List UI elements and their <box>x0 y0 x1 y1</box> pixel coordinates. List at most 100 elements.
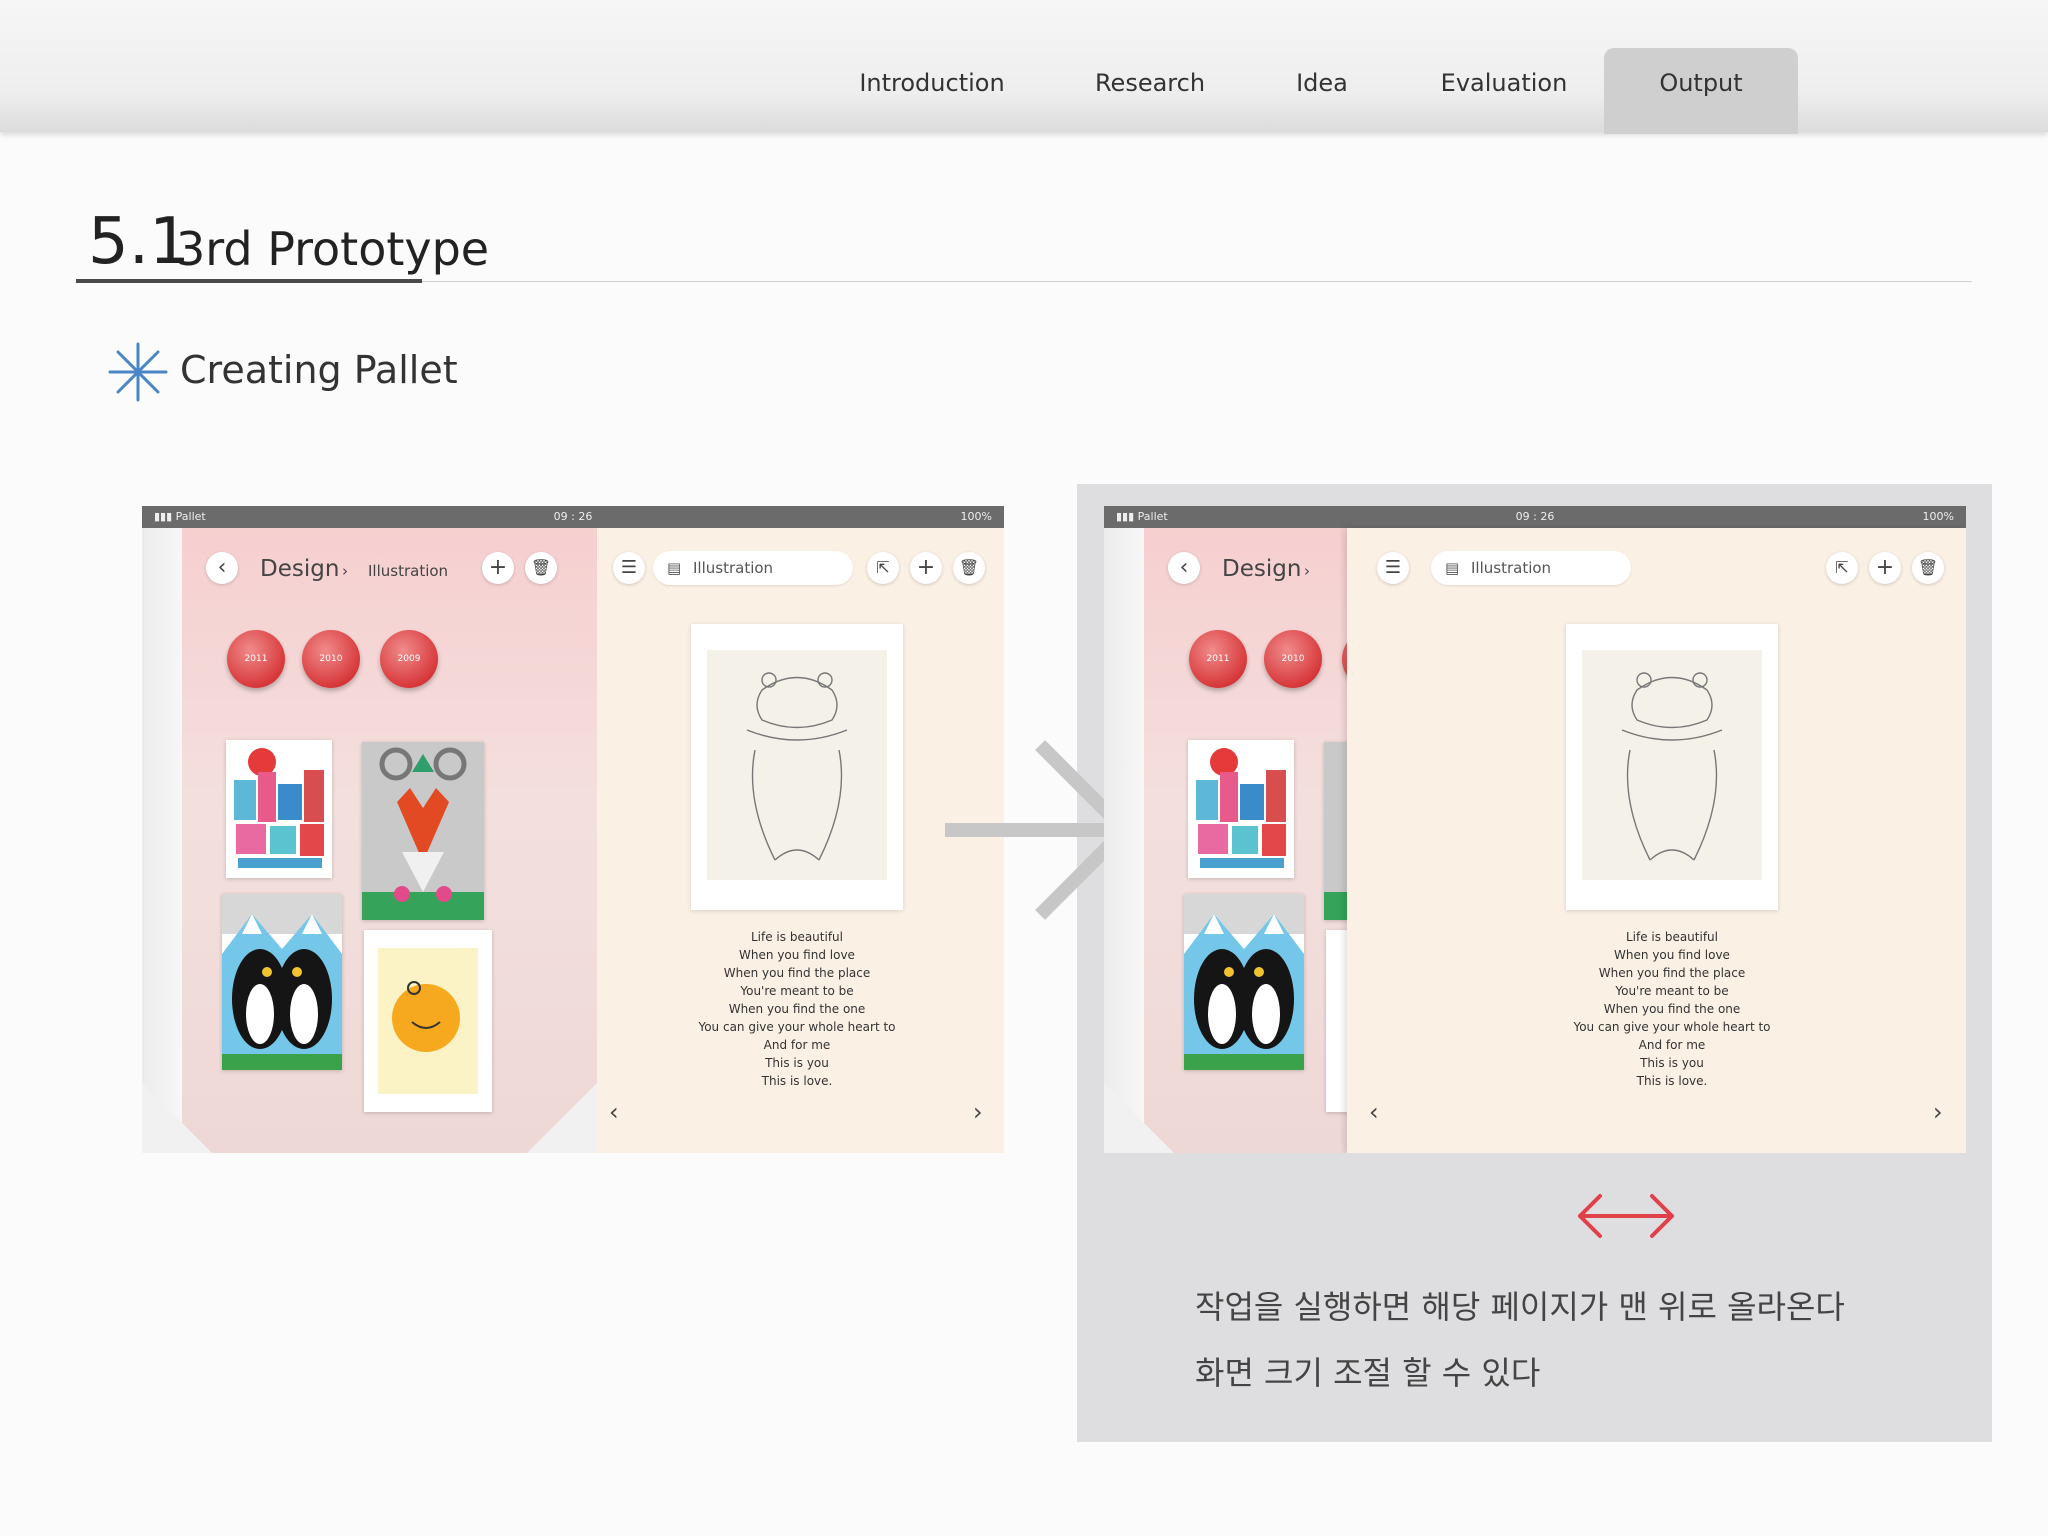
list-icon: ☰ <box>1384 557 1402 578</box>
status-battery: 100% <box>1922 510 1954 523</box>
breadcrumb-child: Illustration <box>368 562 449 580</box>
status-time: 09 : 26 <box>553 510 593 523</box>
page-edge <box>142 528 182 1153</box>
list-button[interactable]: ☰ <box>613 552 645 584</box>
next-page-button[interactable]: › <box>1933 1098 1943 1126</box>
status-time: 09 : 26 <box>1515 510 1555 523</box>
nav-tab-introduction[interactable]: Introduction <box>852 48 1012 134</box>
document-icon: ▤ <box>1445 559 1460 577</box>
breadcrumb-separator: › <box>342 562 348 580</box>
nav-tab-output[interactable]: Output <box>1604 48 1798 134</box>
delete-button[interactable]: 🗑 <box>1912 552 1944 584</box>
trash-icon: 🗑 <box>530 558 552 577</box>
bear-sketch <box>1621 672 1723 861</box>
subsection-title: Creating Pallet <box>180 348 458 392</box>
section-number: 5.1 <box>88 205 190 279</box>
trash-icon: 🗑 <box>1917 558 1939 577</box>
page-title-label: Illustration <box>1471 559 1552 577</box>
artwork-poster <box>1566 624 1778 910</box>
artwork-thumbnail-sun[interactable] <box>1326 930 1347 1112</box>
document-icon: ▤ <box>667 559 682 577</box>
bear-sketch <box>746 672 848 861</box>
city-illustration <box>1196 748 1286 868</box>
nav-tab-idea[interactable]: Idea <box>1262 48 1382 134</box>
poster-artwork <box>1582 650 1762 880</box>
nav-tab-evaluation[interactable]: Evaluation <box>1420 48 1588 134</box>
back-button[interactable]: ‹ <box>206 552 238 584</box>
page-curl-left <box>142 1083 212 1153</box>
breadcrumb-parent[interactable]: Design <box>260 556 339 582</box>
artwork-thumbnail-penguins[interactable] <box>1184 894 1304 1070</box>
pallet-panel: ‹ Design › Illustration + 🗑 2011 2010 20… <box>142 528 597 1153</box>
breadcrumb-parent[interactable]: Design <box>1222 556 1301 582</box>
year-button-2010[interactable]: 2010 <box>302 630 360 688</box>
year-button-2011[interactable]: 2011 <box>227 630 285 688</box>
breadcrumb-separator: › <box>1304 562 1310 580</box>
fox-illustration <box>1324 742 1347 920</box>
artwork-thumbnail-fox[interactable] <box>362 742 484 920</box>
status-bar: ▮▮▮ Pallet 09 : 26 100% <box>1104 506 1966 528</box>
artwork-thumbnail-city[interactable] <box>1188 740 1294 878</box>
status-carrier: ▮▮▮ Pallet <box>1116 510 1168 523</box>
sun-illustration <box>378 948 478 1094</box>
page-title-field[interactable]: ▤ Illustration <box>653 551 853 585</box>
section-title: 3rd Prototype <box>176 222 490 276</box>
list-button[interactable]: ☰ <box>1377 552 1409 584</box>
note-line-2: 화면 크기 조절 할 수 있다 <box>1195 1354 1541 1392</box>
penguins-illustration <box>222 894 342 1070</box>
next-page-button[interactable]: › <box>973 1098 983 1126</box>
year-button-2010[interactable]: 2010 <box>1264 630 1322 688</box>
status-bar: ▮▮▮ Pallet 09 : 26 100% <box>142 506 1004 528</box>
back-icon: ‹ <box>1179 555 1189 580</box>
status-battery: 100% <box>960 510 992 523</box>
asterisk-icon <box>108 342 168 402</box>
content-page: ☰ ▤ Illustration ⇱ + 🗑 Life is beautiful… <box>597 528 1004 1153</box>
resize-arrow-icon <box>1578 1194 1674 1238</box>
penguins-illustration <box>1184 894 1304 1070</box>
city-illustration <box>234 748 324 868</box>
plus-icon: + <box>916 555 936 580</box>
page-curl-left <box>1104 1083 1174 1153</box>
page-title-field[interactable]: ▤ Illustration <box>1431 551 1631 585</box>
share-icon: ⇱ <box>876 558 890 577</box>
year-button-2009[interactable]: 2009 <box>380 630 438 688</box>
trash-icon: 🗑 <box>958 558 980 577</box>
share-button[interactable]: ⇱ <box>867 552 899 584</box>
list-icon: ☰ <box>620 557 638 578</box>
heading-underline-accent <box>76 279 422 283</box>
page-curl-right <box>527 1083 597 1153</box>
tablet-screen-before: ▮▮▮ Pallet 09 : 26 100% ‹ Design › Illus… <box>142 506 1004 1153</box>
top-navigation: Introduction Research Idea Evaluation Ou… <box>0 0 2048 134</box>
note-line-1: 작업을 실행하면 해당 페이지가 맨 위로 올라온다 <box>1195 1288 1845 1326</box>
add-button[interactable]: + <box>482 552 514 584</box>
poem-text: Life is beautiful When you find love When … <box>698 930 896 1088</box>
artwork-thumbnail-sun[interactable] <box>364 930 492 1112</box>
poster-artwork <box>707 650 887 880</box>
back-button[interactable]: ‹ <box>1168 552 1200 584</box>
plus-icon: + <box>1875 555 1895 580</box>
artwork-thumbnail-city[interactable] <box>226 740 332 878</box>
back-icon: ‹ <box>217 555 227 580</box>
year-button-2011[interactable]: 2011 <box>1189 630 1247 688</box>
tablet-screen-after: ▮▮▮ Pallet 09 : 26 100% ‹ Design › 2011 … <box>1104 506 1966 1153</box>
share-icon: ⇱ <box>1835 558 1849 577</box>
artwork-poster <box>691 624 903 910</box>
delete-button[interactable]: 🗑 <box>525 552 557 584</box>
page-edge <box>1104 528 1144 1153</box>
pallet-panel: ‹ Design › 2011 2010 2009 <box>1104 528 1347 1153</box>
delete-button[interactable]: 🗑 <box>953 552 985 584</box>
prev-page-button[interactable]: ‹ <box>609 1098 619 1126</box>
page-title-label: Illustration <box>693 559 774 577</box>
plus-icon: + <box>488 555 508 580</box>
share-button[interactable]: ⇱ <box>1826 552 1858 584</box>
status-carrier: ▮▮▮ Pallet <box>154 510 206 523</box>
nav-tab-research[interactable]: Research <box>1070 48 1230 134</box>
add-button[interactable]: + <box>1869 552 1901 584</box>
prev-page-button[interactable]: ‹ <box>1369 1098 1379 1126</box>
artwork-thumbnail-fox[interactable] <box>1324 742 1347 920</box>
poem-text: Life is beautiful When you find love When … <box>1573 930 1771 1088</box>
add-button[interactable]: + <box>910 552 942 584</box>
artwork-thumbnail-penguins[interactable] <box>222 894 342 1070</box>
fox-illustration <box>362 742 484 920</box>
content-page-expanded: ☰ ▤ Illustration ⇱ + 🗑 Life is beautiful… <box>1347 528 1966 1153</box>
